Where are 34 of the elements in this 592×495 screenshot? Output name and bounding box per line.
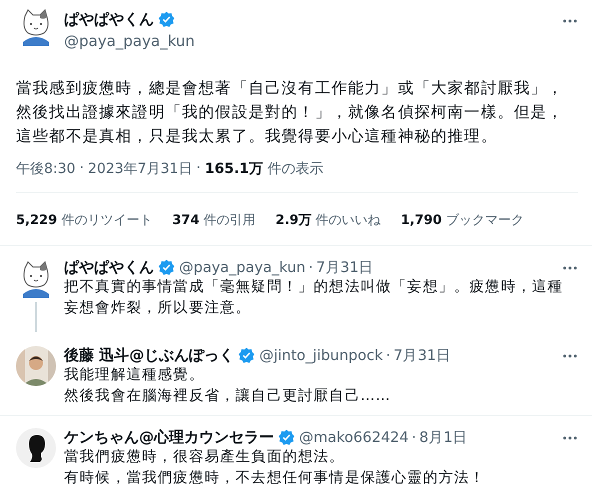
more-icon[interactable] bbox=[562, 264, 578, 270]
display-name[interactable]: ぱやぱやくん bbox=[64, 10, 154, 29]
reply-date[interactable]: 7月31日 bbox=[316, 258, 374, 277]
separator-dot: · bbox=[412, 430, 416, 446]
tweet-time[interactable]: 午後8:30 bbox=[16, 160, 76, 178]
user-handle[interactable]: @jinto_jibunpock bbox=[259, 348, 383, 364]
reply-text: 然後我會在腦海裡反省，讓自己更討厭自己…… bbox=[64, 386, 392, 406]
user-handle[interactable]: @mako662424 bbox=[299, 430, 409, 446]
display-name[interactable]: ケンちゃん@心理カウンセラー bbox=[64, 428, 274, 447]
more-icon[interactable] bbox=[562, 434, 578, 440]
tweet-text: 當我感到疲憊時，總是會想著「自己沒有工作能力」或「大家都討厭我」，然後找出證據來證明「我的假設是對的！」，就像名偵探柯南一樣。但是，這些都不是真相，只是我太累了。我覺得要小心這種神秘的推理。 bbox=[16, 78, 565, 147]
display-name[interactable]: 後藤 迅斗@じぶんぽっく bbox=[64, 346, 234, 365]
display-name[interactable]: ぱやぱやくん bbox=[64, 258, 154, 277]
stat-link[interactable]: 5,229 件のリツイート bbox=[16, 211, 152, 229]
stat-link[interactable]: 374 件の引用 bbox=[172, 211, 256, 229]
separator-dot: · bbox=[79, 160, 84, 178]
view-count: 165.1万 件の表示 bbox=[204, 160, 324, 178]
separator-dot: · bbox=[308, 260, 314, 276]
reply-date[interactable]: 8月1日 bbox=[419, 428, 468, 447]
more-icon[interactable] bbox=[562, 352, 578, 358]
reply-text: 有時候，當我們疲憊時，不去想任何事情是保護心靈的方法！ bbox=[64, 468, 486, 488]
stat-link[interactable]: 1,790 ブックマーク bbox=[400, 211, 524, 229]
reply-text: 把不真實的事情當成「毫無疑問！」的想法叫做「妄想」。疲憊時，這種妄想會炸裂，所以要注意。 bbox=[64, 278, 564, 318]
separator-dot: · bbox=[196, 160, 201, 178]
person-silhouette-icon[interactable] bbox=[16, 428, 56, 468]
reply-date[interactable]: 7月31日 bbox=[393, 346, 452, 365]
more-icon[interactable] bbox=[562, 18, 578, 24]
user-handle[interactable]: @paya_paya_kun bbox=[64, 32, 562, 50]
reply-text: 我能理解這種感覺。 bbox=[64, 366, 206, 385]
separator-dot: · bbox=[386, 348, 390, 364]
reply-text: 當我們疲憊時，很容易產生負面的想法。 bbox=[64, 448, 346, 467]
stat-link[interactable]: 2.9万 件のいいね bbox=[276, 211, 381, 229]
user-handle[interactable]: @paya_paya_kun bbox=[179, 260, 306, 276]
tweet-date[interactable]: 2023年7月31日 bbox=[88, 160, 192, 178]
